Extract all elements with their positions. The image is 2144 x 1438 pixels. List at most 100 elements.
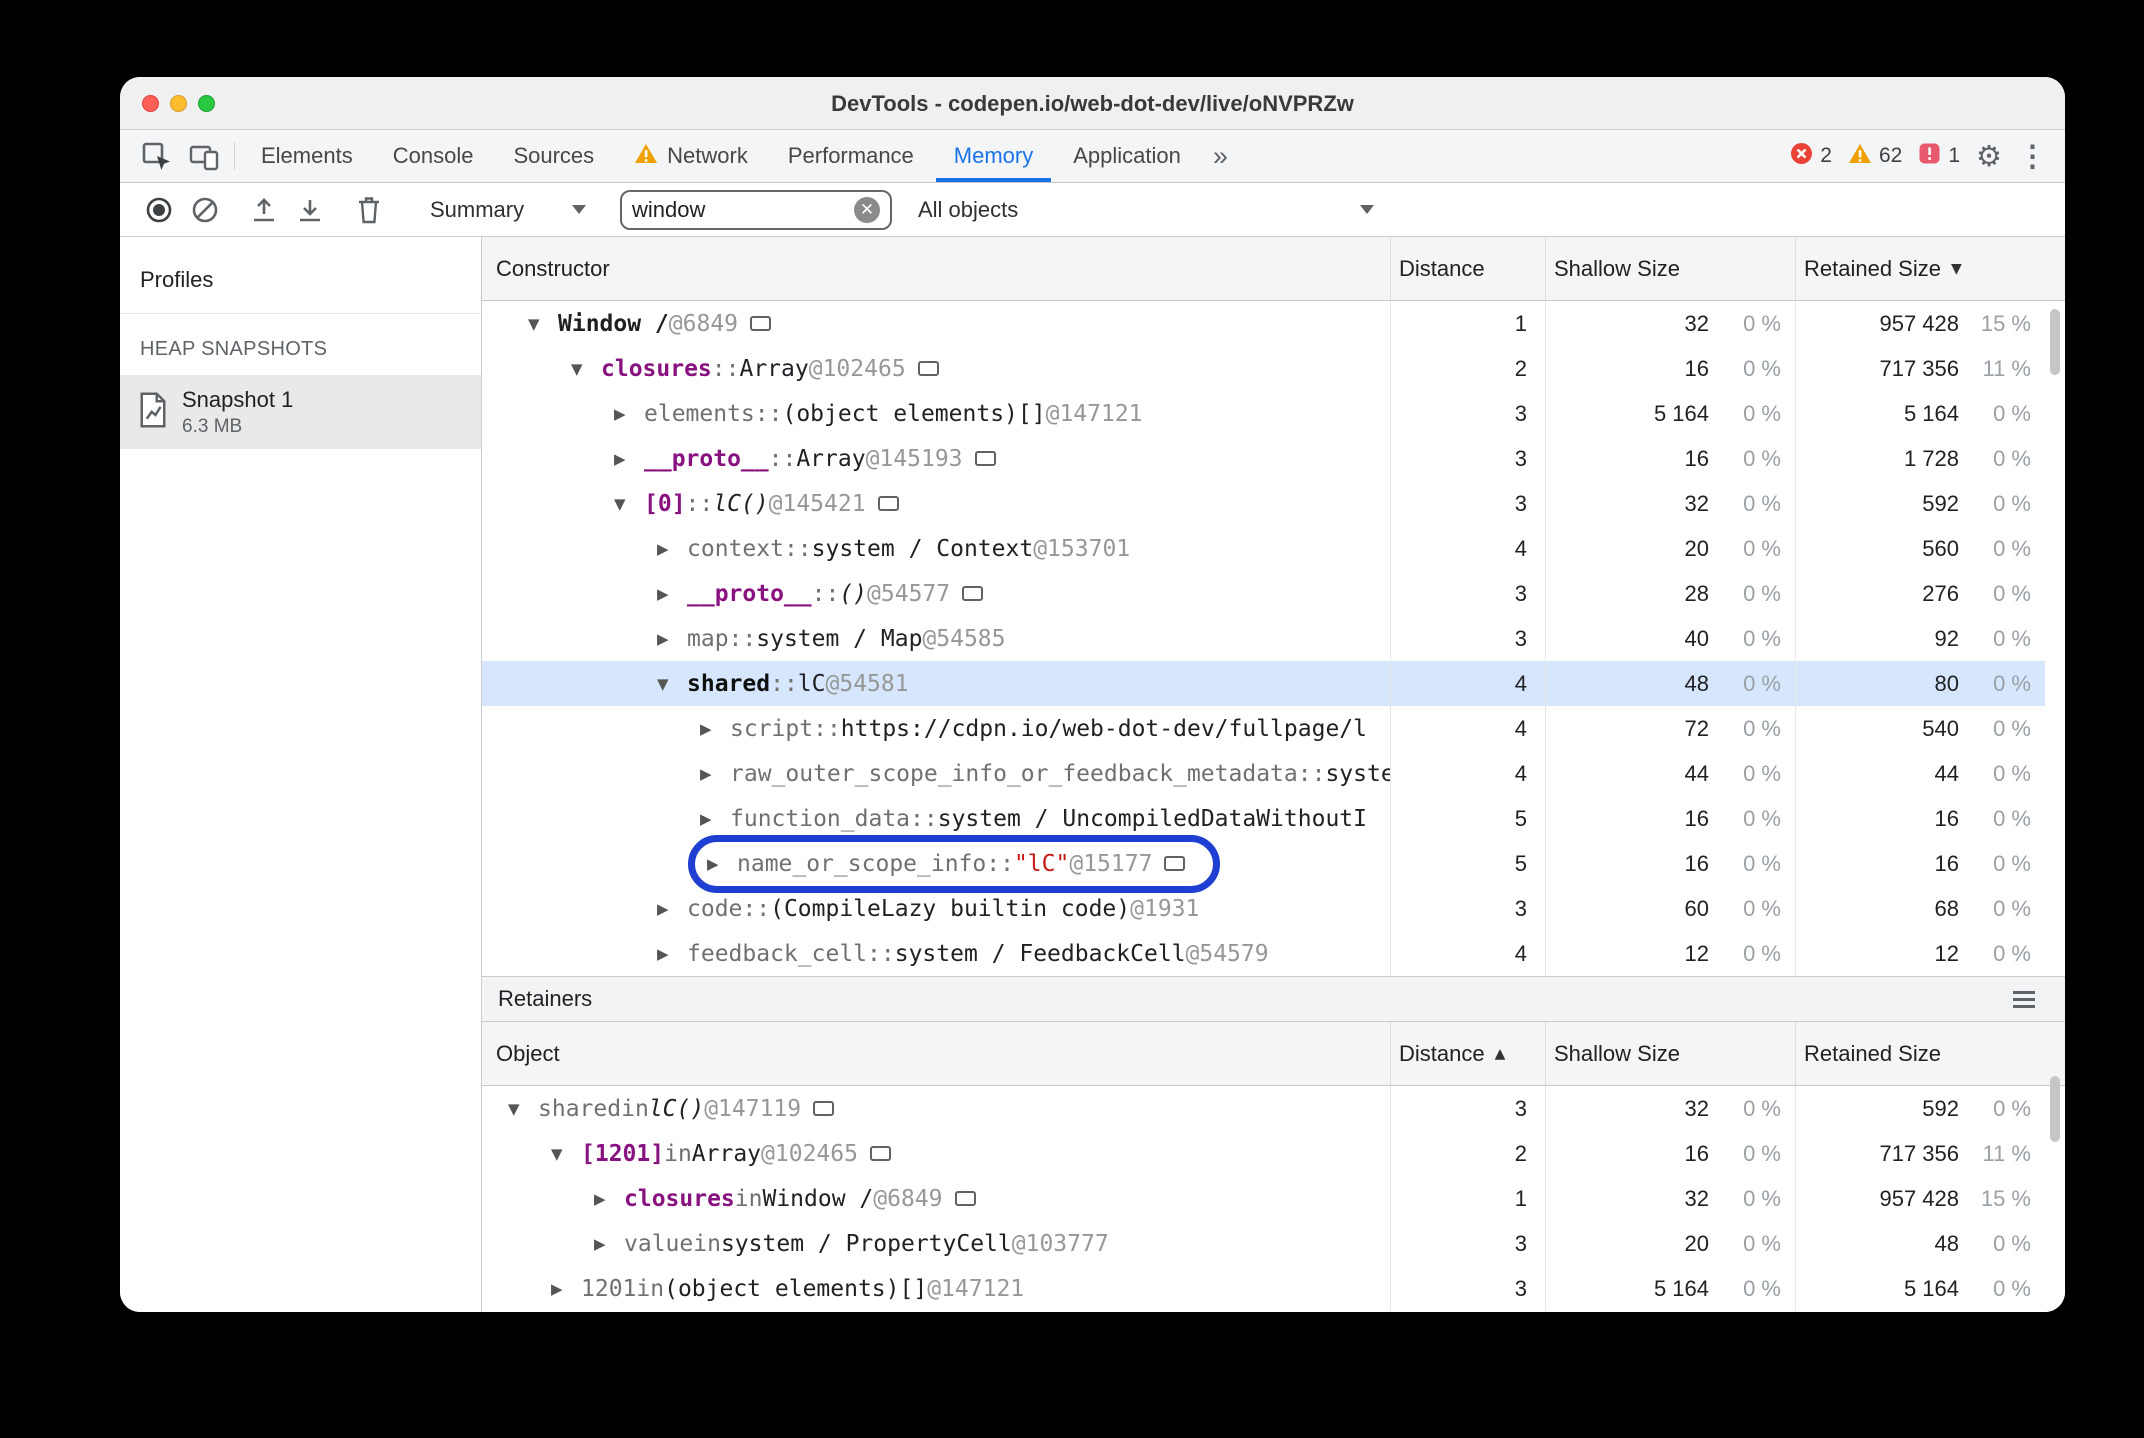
column-header-shallow-size[interactable]: Shallow Size	[1545, 237, 1795, 300]
node-text: feedback_cell	[687, 940, 868, 967]
class-filter-search[interactable]: ✕	[620, 189, 892, 230]
profile-view-select[interactable]: Summary	[418, 188, 598, 232]
record-heap-snapshot-button[interactable]	[136, 187, 182, 233]
reveal-icon[interactable]	[869, 1146, 891, 1161]
tree-row[interactable]: ▼ [1201] in Array @102465 2 16 0 % 717 356 11 …	[482, 1131, 2045, 1176]
expand-icon[interactable]: ▶	[700, 720, 730, 738]
expand-icon[interactable]: ▶	[700, 765, 730, 783]
node-text: @6849	[668, 310, 739, 337]
expand-icon[interactable]: ▶	[657, 945, 687, 963]
object-cell: ▶ script :: https://cdpn.io/web-dot-dev/f…	[482, 706, 1390, 751]
expand-icon[interactable]: ▶	[551, 1280, 581, 1298]
collapse-icon[interactable]: ▼	[657, 675, 687, 693]
tab-sources[interactable]: Sources	[493, 130, 614, 182]
reveal-icon[interactable]	[813, 1101, 835, 1116]
inspect-element-icon[interactable]	[132, 130, 180, 182]
tree-row[interactable]: ▶ map :: system / Map @54585 3 40 0 % 92 0 %	[482, 616, 2045, 661]
tree-row[interactable]: ▶ code :: (CompileLazy builtin code) @193…	[482, 886, 2045, 931]
tree-row[interactable]: ▶ context :: system / Context @153701 4 20 0…	[482, 526, 2045, 571]
clear-profiles-button[interactable]	[182, 187, 228, 233]
save-profile-button[interactable]	[287, 187, 333, 233]
settings-gear-icon[interactable]: ⚙	[1976, 139, 2002, 174]
reveal-icon[interactable]	[917, 361, 939, 376]
column-header-constructor[interactable]: Constructor	[482, 237, 1390, 300]
retained-size-cell: 717 356 11 %	[1795, 346, 2045, 391]
issue-count-badge[interactable]: 1	[1918, 142, 1960, 171]
collapse-icon[interactable]: ▼	[551, 1145, 581, 1163]
distance-cell: 3	[1390, 1086, 1545, 1131]
expand-icon[interactable]: ▶	[657, 540, 687, 558]
tab-elements[interactable]: Elements	[241, 130, 373, 182]
snapshot-item[interactable]: Snapshot 1 6.3 MB	[120, 375, 481, 449]
reveal-icon[interactable]	[974, 451, 996, 466]
tree-row[interactable]: ▼ shared in lC() @147119 3 32 0 % 592 0 %	[482, 1086, 2045, 1131]
node-text: raw_outer_scope_info_or_feedback_metadat…	[730, 760, 1298, 787]
expand-icon[interactable]: ▶	[614, 450, 644, 468]
shallow-size-cell: 48 0 %	[1545, 661, 1795, 706]
retained-size-cell: 592 0 %	[1795, 1086, 2045, 1131]
tree-row[interactable]: ▶ 1201 in (object elements)[] @147121 3 5 1…	[482, 1266, 2045, 1311]
collect-garbage-icon[interactable]	[346, 187, 392, 233]
tab-application[interactable]: Application	[1053, 130, 1201, 182]
load-profile-button[interactable]	[241, 187, 287, 233]
collapse-icon[interactable]: ▼	[508, 1100, 538, 1118]
error-count-badge[interactable]: 2	[1790, 142, 1832, 171]
tree-row[interactable]: ▶ raw_outer_scope_info_or_feedback_metada…	[482, 751, 2045, 796]
node-text: shared	[538, 1095, 622, 1122]
object-filter-select[interactable]: All objects	[906, 188, 1386, 232]
expand-icon[interactable]: ▶	[657, 900, 687, 918]
retainers-scrollbar-thumb[interactable]	[2050, 1076, 2060, 1142]
size-percent: 0 %	[1743, 670, 1781, 696]
collapse-icon[interactable]: ▼	[614, 495, 644, 513]
expand-icon[interactable]: ▶	[614, 405, 644, 423]
expand-icon[interactable]: ▶	[657, 630, 687, 648]
tree-row[interactable]: ▶ script :: https://cdpn.io/web-dot-dev/f…	[482, 706, 2045, 751]
node-text: system / Context	[811, 535, 1034, 562]
size-percent: 0 %	[1993, 715, 2031, 741]
node-text: ::	[910, 805, 938, 832]
tree-row[interactable]: ▶ value in system / PropertyCell @103777 3…	[482, 1221, 2045, 1266]
column-header-shallow-size[interactable]: Shallow Size	[1545, 1022, 1795, 1085]
tree-row[interactable]: ▼ closures :: Array @102465 2 16 0 % 717 356 1…	[482, 346, 2045, 391]
reveal-icon[interactable]	[877, 496, 899, 511]
more-tabs-button[interactable]: »	[1201, 130, 1240, 182]
column-header-distance[interactable]: Distance ▲	[1390, 1022, 1545, 1085]
tree-row[interactable]: ▶ name_or_scope_info :: "lC" @15177 5 16 0 %…	[482, 834, 2045, 893]
constructor-scrollbar-thumb[interactable]	[2050, 309, 2060, 375]
expand-icon[interactable]: ▶	[707, 855, 737, 873]
tab-console[interactable]: Console	[373, 130, 494, 182]
search-input[interactable]	[632, 196, 854, 223]
expand-icon[interactable]: ▶	[700, 810, 730, 828]
size-value: 16	[1684, 355, 1709, 381]
warning-count-badge[interactable]: 62	[1848, 143, 1902, 170]
column-header-retained-size[interactable]: Retained Size ▼	[1795, 237, 2045, 300]
tab-performance[interactable]: Performance	[768, 130, 934, 182]
tree-row[interactable]: ▶ __proto__ :: Array @145193 3 16 0 % 1 728 0 …	[482, 436, 2045, 481]
device-toolbar-icon[interactable]	[180, 130, 228, 182]
tree-row[interactable]: ▶ elements :: (object elements)[] @147121…	[482, 391, 2045, 436]
tree-row[interactable]: ▶ feedback_cell :: system / FeedbackCell …	[482, 931, 2045, 976]
tree-row[interactable]: ▼ [0] :: lC() @145421 3 32 0 % 592 0 %	[482, 481, 2045, 526]
reveal-icon[interactable]	[954, 1191, 976, 1206]
clear-search-icon[interactable]: ✕	[854, 196, 880, 223]
reveal-icon[interactable]	[962, 586, 984, 601]
reveal-icon[interactable]	[1164, 856, 1186, 871]
reveal-icon[interactable]	[750, 316, 772, 331]
retainers-menu-icon[interactable]	[2013, 997, 2035, 1001]
expand-icon[interactable]: ▶	[594, 1235, 624, 1253]
column-header-retained-size[interactable]: Retained Size	[1795, 1022, 2045, 1085]
more-options-kebab-icon[interactable]: ⋮	[2018, 139, 2047, 174]
tab-memory[interactable]: Memory	[934, 130, 1053, 182]
tree-row[interactable]: ▼ Window / @6849 1 32 0 % 957 428 15 %	[482, 301, 2045, 346]
column-header-distance[interactable]: Distance	[1390, 237, 1545, 300]
tree-row[interactable]: ▶ __proto__ :: () @54577 3 28 0 % 276 0 %	[482, 571, 2045, 616]
collapse-icon[interactable]: ▼	[571, 360, 601, 378]
status-badges: 2 62 1 ⚙ ⋮	[1790, 130, 2065, 182]
column-header-object[interactable]: Object	[482, 1022, 1390, 1085]
tree-row[interactable]: ▶ closures in Window / @6849 1 32 0 % 957 428…	[482, 1176, 2045, 1221]
tab-network[interactable]: Network	[614, 130, 768, 182]
expand-icon[interactable]: ▶	[594, 1190, 624, 1208]
tree-row[interactable]: ▼ shared :: lC @54581 4 48 0 % 80 0 %	[482, 661, 2045, 706]
collapse-icon[interactable]: ▼	[528, 315, 558, 333]
expand-icon[interactable]: ▶	[657, 585, 687, 603]
